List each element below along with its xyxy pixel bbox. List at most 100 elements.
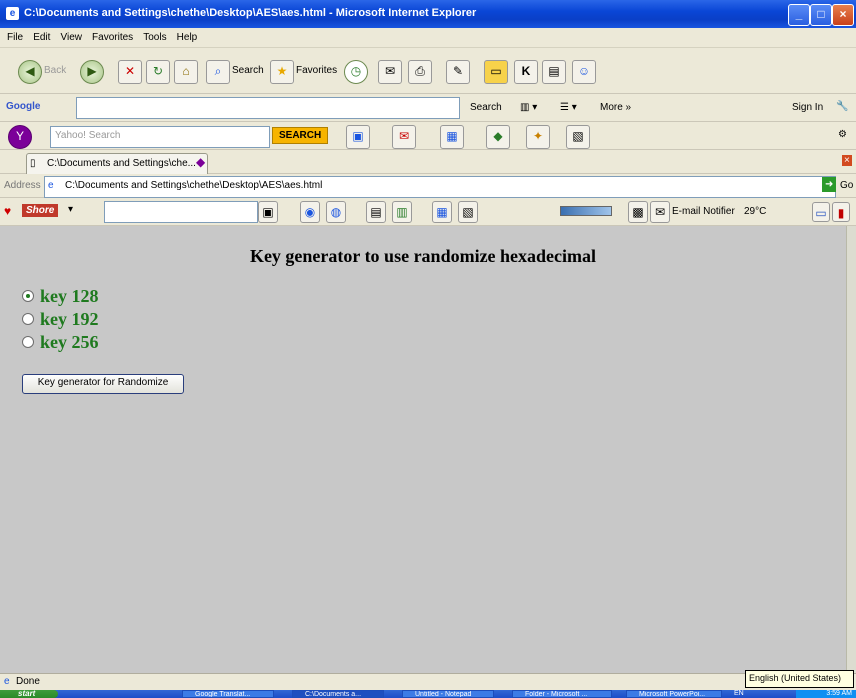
radio-label-key-256: key 256 (40, 331, 99, 352)
google-more-button[interactable]: More » (600, 102, 631, 113)
address-label: Address (4, 180, 41, 191)
status-bar: e Done (0, 673, 856, 690)
google-search-input[interactable] (76, 97, 460, 119)
status-text: Done (16, 676, 40, 687)
menu-view[interactable]: View (60, 28, 82, 48)
brand-logo[interactable]: Shore (22, 204, 59, 217)
folder-icon[interactable]: ▭ (484, 60, 508, 84)
menu-file[interactable]: File (7, 28, 23, 48)
yahoo-settings-icon[interactable]: ▧ (566, 125, 590, 149)
home-icon[interactable]: ⌂ (174, 60, 198, 84)
google-tools-icon[interactable]: ▥ ▾ (520, 102, 537, 113)
forward-arrow-icon[interactable]: ▶ (80, 60, 104, 84)
radio-dot[interactable] (22, 336, 34, 348)
progress-slider[interactable] (560, 206, 612, 216)
email-notifier-icon[interactable]: ✉ (650, 201, 670, 223)
google-bookmarks-icon[interactable]: ☰ ▾ (560, 102, 577, 113)
yahoo-games-icon[interactable]: ◆ (486, 125, 510, 149)
ie-page-icon: e (48, 180, 54, 191)
tab-bar: C:\Documents and Settings\che... ▯ ◆ × (0, 150, 856, 175)
address-input[interactable]: C:\Documents and Settings\chethe\Desktop… (44, 176, 836, 198)
wrench-icon[interactable]: 🔧 (836, 101, 848, 112)
taskbar: start Google Translat... C:\Documents a.… (0, 690, 856, 698)
go-button[interactable]: Go (840, 180, 853, 191)
notes-icon[interactable]: ▮ (832, 202, 850, 222)
history-icon[interactable]: ◷ (344, 60, 368, 84)
extension-toolbar: ♥ Shore ▾ ▣ ◉ ◍ ▤ ▥ ▦ ▧ ▩ ✉ E-mail Notif… (0, 198, 856, 226)
favorites-label[interactable]: Favorites (296, 65, 337, 76)
favorites-star-icon[interactable]: ★ (270, 60, 294, 84)
dropdown-chevron-icon[interactable]: ▾ (68, 204, 73, 215)
tab-current[interactable]: C:\Documents and Settings\che... (26, 153, 208, 175)
stop-icon[interactable]: ✕ (118, 60, 142, 84)
yahoo-bookmark-icon[interactable]: ▣ (346, 125, 370, 149)
toolbar-tool-4-icon[interactable]: ▤ (366, 201, 386, 223)
go-arrow-icon[interactable]: ➜ (822, 177, 837, 192)
radio-key-128[interactable]: key 128 (22, 284, 99, 308)
navigation-toolbar: ◀ Back ▶ ✕ ↻ ⌂ ⌕ Search ★ Favorites ◷ ✉ … (0, 48, 856, 94)
menu-favorites[interactable]: Favorites (92, 28, 133, 48)
vertical-scrollbar[interactable] (846, 226, 856, 673)
gear-icon[interactable]: ⚙ (838, 129, 847, 140)
task-notepad[interactable]: Untitled - Notepad (402, 690, 494, 698)
close-tab-icon[interactable]: × (842, 155, 852, 166)
temperature-label: 29°C (744, 206, 767, 217)
task-powerpoint[interactable]: Microsoft PowerPoi... (626, 690, 722, 698)
radio-label-key-192: key 192 (40, 308, 99, 329)
google-search-button[interactable]: Search (470, 102, 502, 113)
radio-dot[interactable] (22, 313, 34, 325)
minimize-button[interactable]: _ (788, 4, 810, 26)
toolbar-tool-8-icon[interactable]: ▩ (628, 201, 648, 223)
google-signin-link[interactable]: Sign In (792, 102, 823, 113)
language-tooltip: English (United States) (745, 670, 854, 688)
back-label[interactable]: Back (44, 65, 66, 76)
maximize-button[interactable]: □ (810, 4, 832, 26)
radio-key-256[interactable]: key 256 (22, 330, 99, 354)
monitor-icon[interactable]: ▭ (812, 202, 830, 222)
ie-icon: e (6, 7, 19, 20)
radio-key-192[interactable]: key 192 (22, 307, 99, 331)
task-folder[interactable]: Folder - Microsoft ... (512, 690, 612, 698)
window-title: C:\Documents and Settings\chethe\Desktop… (24, 7, 477, 19)
mail-icon[interactable]: ✉ (378, 60, 402, 84)
search-icon[interactable]: ⌕ (206, 60, 230, 84)
email-notifier-label[interactable]: E-mail Notifier (672, 206, 735, 217)
search-label[interactable]: Search (232, 65, 264, 76)
print-icon[interactable]: ⎙ (408, 60, 432, 84)
menu-bar: File Edit View Favorites Tools Help (0, 28, 856, 48)
start-button[interactable]: start (0, 690, 58, 698)
system-clock: 3:59 AM (796, 690, 856, 698)
toolbar-tool-5-icon[interactable]: ▥ (392, 201, 412, 223)
back-arrow-icon[interactable]: ◀ (18, 60, 42, 84)
yahoo-logo-icon[interactable]: Y (8, 125, 32, 149)
toolbar-tool-6-icon[interactable]: ▦ (432, 201, 452, 223)
toolbar-tool-7-icon[interactable]: ▧ (458, 201, 478, 223)
task-google-translate[interactable]: Google Translat... (182, 690, 274, 698)
research-icon[interactable]: ▤ (542, 60, 566, 84)
menu-help[interactable]: Help (177, 28, 198, 48)
toolbar-tool-3-icon[interactable]: ◍ (326, 201, 346, 223)
task-documents[interactable]: C:\Documents a... (292, 690, 384, 698)
yahoo-search-input[interactable]: Yahoo! Search (50, 126, 270, 148)
toolbar-tool-2-icon[interactable]: ◉ (300, 201, 320, 223)
people-icon[interactable]: ☺ (572, 60, 596, 84)
key-generator-button[interactable]: Key generator for Randomize (22, 374, 184, 394)
radio-dot-checked[interactable] (22, 290, 34, 302)
new-tab-icon[interactable]: ◆ (196, 155, 205, 169)
yahoo-mail-icon[interactable]: ✉ (392, 125, 416, 149)
yahoo-search-button[interactable]: SEARCH (272, 127, 329, 144)
yahoo-answers-icon[interactable]: ✦ (526, 125, 550, 149)
ext-search-input[interactable] (104, 201, 258, 223)
messenger-k-icon[interactable]: K (514, 60, 538, 84)
refresh-icon[interactable]: ↻ (146, 60, 170, 84)
page-content: Key generator to use randomize hexadecim… (0, 226, 846, 673)
title-bar: e C:\Documents and Settings\chethe\Deskt… (0, 0, 856, 28)
heart-icon: ♥ (4, 204, 12, 218)
toolbar-tool-1-icon[interactable]: ▣ (258, 201, 278, 223)
menu-tools[interactable]: Tools (143, 28, 166, 48)
yahoo-news-icon[interactable]: ▦ (440, 125, 464, 149)
close-button[interactable]: × (832, 4, 854, 26)
language-indicator[interactable]: EN (734, 690, 744, 698)
menu-edit[interactable]: Edit (33, 28, 50, 48)
edit-icon[interactable]: ✎ (446, 60, 470, 84)
